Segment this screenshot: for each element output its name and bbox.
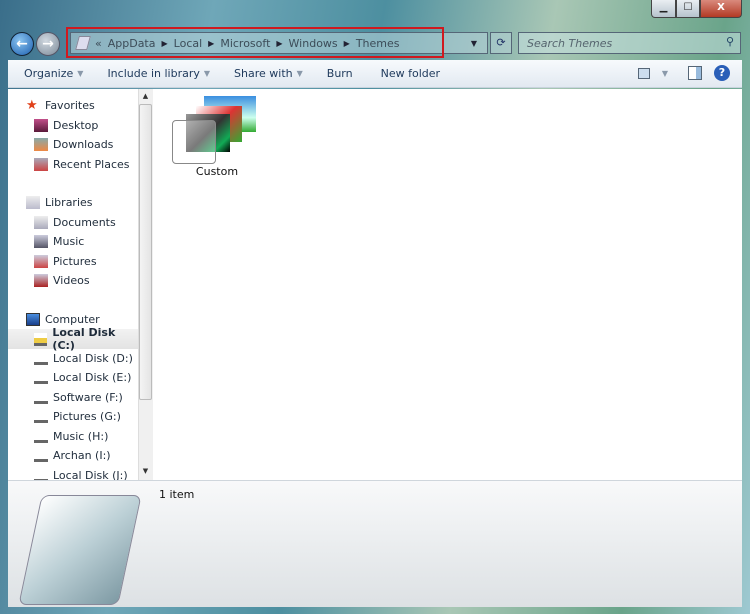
folder-name: Custom	[195, 165, 239, 178]
share-with-button[interactable]: Share with	[234, 67, 293, 80]
forward-button[interactable]: →	[36, 32, 60, 56]
chevron-down-icon: ▼	[77, 69, 84, 78]
command-bar: Organize ▼ Include in library ▼ Share with…	[8, 60, 742, 88]
sidebar-item-music[interactable]: Music	[34, 235, 84, 248]
scroll-up-arrow[interactable]: ▲	[139, 92, 152, 100]
drive-icon	[34, 391, 48, 404]
computer-icon	[26, 313, 40, 326]
refresh-button[interactable]: ⟳	[490, 32, 512, 54]
drive-icon	[34, 371, 48, 384]
search-input[interactable]: Search Themes ⚲	[518, 32, 741, 54]
preview-pane-icon[interactable]	[688, 66, 702, 80]
new-folder-button[interactable]: New folder	[381, 67, 440, 80]
sidebar-item-drive-e[interactable]: Local Disk (E:)	[34, 371, 131, 384]
search-placeholder: Search Themes	[527, 37, 613, 50]
chevron-down-icon: ▼	[203, 69, 211, 78]
back-button[interactable]: ←	[10, 32, 34, 56]
recent-places-icon	[34, 158, 48, 171]
sidebar-favorites[interactable]: ★ Favorites	[26, 99, 95, 112]
sidebar-item-documents[interactable]: Documents	[34, 216, 116, 229]
sidebar-item-drive-h[interactable]: Music (H:)	[34, 430, 108, 443]
minimize-button[interactable]: ▁	[651, 0, 676, 18]
drive-icon	[34, 430, 48, 443]
videos-icon	[34, 274, 48, 287]
sidebar-item-drive-j[interactable]: Local Disk (J:)	[34, 469, 128, 480]
music-icon	[34, 235, 48, 248]
theme-folder-icon	[172, 96, 262, 164]
maximize-button[interactable]: ☐	[676, 0, 700, 18]
libraries-icon	[26, 196, 40, 209]
chevron-down-icon[interactable]: ▼	[471, 39, 477, 48]
drive-icon	[34, 469, 48, 480]
drive-icon	[34, 449, 48, 462]
sidebar-item-desktop[interactable]: Desktop	[34, 119, 98, 132]
sidebar-item-pictures[interactable]: Pictures	[34, 255, 97, 268]
burn-button[interactable]: Burn	[327, 67, 353, 80]
include-in-library-button[interactable]: Include in library	[107, 67, 199, 80]
help-icon[interactable]: ?	[714, 65, 730, 81]
drive-icon	[34, 352, 48, 365]
documents-icon	[34, 216, 48, 229]
navigation-pane: ★ Favorites Desktop Downloads Recent Plac…	[8, 89, 138, 480]
refresh-icon: ⟳	[496, 36, 506, 49]
sidebar-item-videos[interactable]: Videos	[34, 274, 90, 287]
scroll-down-arrow[interactable]: ▼	[139, 467, 152, 475]
scrollbar-thumb[interactable]	[139, 104, 152, 400]
sidebar-item-drive-g[interactable]: Pictures (G:)	[34, 410, 121, 423]
drive-icon	[34, 410, 48, 423]
sidebar-computer[interactable]: Computer	[26, 313, 100, 326]
downloads-icon	[34, 138, 48, 151]
sidebar-item-drive-i[interactable]: Archan (I:)	[34, 449, 111, 462]
search-icon[interactable]: ⚲	[726, 35, 734, 48]
close-button[interactable]: X	[700, 0, 742, 18]
details-pane: 1 item	[8, 480, 742, 607]
view-options-icon[interactable]	[637, 67, 650, 79]
sidebar-item-drive-d[interactable]: Local Disk (D:)	[34, 352, 133, 365]
organize-button[interactable]: Organize	[24, 67, 73, 80]
sidebar-item-drive-f[interactable]: Software (F:)	[34, 391, 123, 404]
item-count: 1 item	[159, 488, 195, 501]
chevron-down-icon: ▼	[296, 69, 303, 78]
highlight-box	[66, 27, 444, 58]
desktop-icon	[34, 119, 48, 132]
folder-large-icon	[18, 495, 142, 605]
star-icon: ★	[26, 98, 38, 113]
drive-icon	[34, 332, 48, 346]
sidebar-item-downloads[interactable]: Downloads	[34, 138, 113, 151]
sidebar-item-drive-c[interactable]: Local Disk (C:)	[8, 326, 138, 352]
sidebar-libraries[interactable]: Libraries	[26, 196, 93, 209]
chevron-down-icon[interactable]: ▼	[662, 69, 668, 78]
sidebar-item-recent-places[interactable]: Recent Places	[34, 158, 130, 171]
pictures-icon	[34, 255, 48, 268]
